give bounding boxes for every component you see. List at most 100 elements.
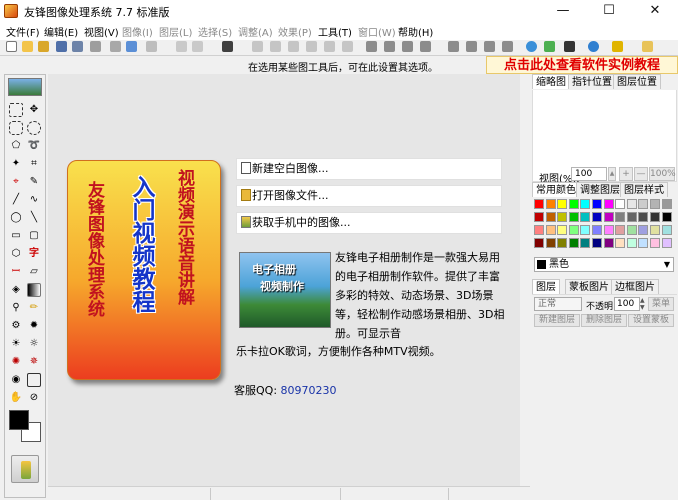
layer-menu-button[interactable]: 菜单: [648, 297, 674, 311]
menu-edit[interactable]: 编辑(E): [44, 24, 78, 39]
palette-swatch[interactable]: [568, 238, 579, 248]
palette-swatch[interactable]: [626, 238, 637, 248]
opacity-spin[interactable]: ▲ ▼: [640, 297, 646, 311]
zoom-out-button[interactable]: —: [634, 167, 648, 181]
flip-icon[interactable]: [306, 41, 317, 52]
help-icon[interactable]: [612, 41, 623, 52]
tab-common-colors[interactable]: 常用颜色: [532, 182, 580, 197]
tab-thumbnail[interactable]: 缩略图: [532, 74, 570, 89]
hand-pan-icon[interactable]: ✋: [9, 391, 23, 405]
move-icon[interactable]: ✥: [27, 103, 41, 117]
redo-icon[interactable]: [342, 41, 353, 52]
tab-layer-position[interactable]: 图层位置: [613, 74, 661, 89]
open-icon[interactable]: [22, 41, 33, 52]
magic-wand-icon[interactable]: ✦: [9, 157, 23, 171]
video-tutorial-card[interactable]: 友锋图像处理系统 入门视频教程 视频演示语音讲解: [67, 160, 221, 380]
palette-swatch[interactable]: [568, 225, 579, 235]
dodge-icon[interactable]: ☀: [9, 337, 23, 351]
palette-swatch[interactable]: [557, 199, 568, 209]
palette-swatch[interactable]: [592, 212, 602, 222]
menu-layer[interactable]: 图层(L): [159, 24, 192, 39]
effect-icon[interactable]: [466, 41, 477, 52]
hand-icon[interactable]: ◉: [9, 373, 23, 387]
grid-icon[interactable]: [544, 41, 555, 52]
menu-image[interactable]: 图像(I): [122, 24, 153, 39]
tab-layer[interactable]: 图层: [532, 279, 560, 294]
layer-merge-icon[interactable]: [402, 41, 413, 52]
round-select-icon[interactable]: [9, 121, 23, 135]
palette-swatch[interactable]: [603, 199, 614, 209]
palette-swatch[interactable]: [534, 225, 544, 235]
delete-layer-button[interactable]: 删除图层: [581, 314, 627, 327]
tab-adjust-layer[interactable]: 调整图层: [576, 182, 624, 197]
text-tool-icon[interactable]: 字: [27, 247, 41, 261]
eyedropper-icon[interactable]: ⚲: [9, 301, 23, 315]
palette-swatch[interactable]: [626, 225, 637, 235]
ellipse-select-icon[interactable]: [27, 121, 41, 135]
opacity-input[interactable]: 100: [614, 297, 640, 311]
palette-swatch[interactable]: [545, 238, 556, 248]
palette-swatch[interactable]: [638, 225, 649, 235]
rotate-icon[interactable]: [288, 41, 299, 52]
save-as-icon[interactable]: [72, 41, 83, 52]
tab-mask-image[interactable]: 蒙板图片: [565, 279, 613, 294]
zoom-input[interactable]: 100: [571, 167, 607, 181]
close-button[interactable]: ✕: [632, 0, 678, 22]
paste-icon[interactable]: [222, 41, 233, 52]
palette-swatch[interactable]: [661, 212, 672, 222]
minimize-button[interactable]: —: [540, 0, 586, 22]
scan-icon[interactable]: [110, 41, 121, 52]
copy-icon[interactable]: [192, 41, 203, 52]
palette-swatch[interactable]: [592, 238, 602, 248]
lasso-icon[interactable]: ➰: [27, 139, 41, 153]
layer-down-icon[interactable]: [384, 41, 395, 52]
palette-swatch[interactable]: [661, 238, 672, 248]
blur-icon[interactable]: ✹: [27, 319, 41, 333]
palette-swatch[interactable]: [603, 225, 614, 235]
zoom-in-button[interactable]: +: [619, 167, 633, 181]
smudge-icon[interactable]: ✵: [27, 355, 41, 369]
palette-swatch[interactable]: [615, 212, 626, 222]
open-folder-icon[interactable]: [38, 41, 49, 52]
crop-tool-icon[interactable]: ⌖: [9, 175, 23, 189]
palette-swatch[interactable]: [557, 225, 568, 235]
palette-swatch[interactable]: [626, 199, 637, 209]
polygon-select-icon[interactable]: ⬠: [9, 139, 23, 153]
maximize-button[interactable]: ☐: [586, 0, 632, 22]
palette-swatch[interactable]: [661, 199, 672, 209]
menu-window[interactable]: 窗口(W): [358, 24, 396, 39]
color-dropdown[interactable]: 黑色 ▼: [534, 257, 674, 272]
palette-swatch[interactable]: [580, 238, 591, 248]
qq-number[interactable]: 80970230: [281, 384, 337, 397]
layer-up-icon[interactable]: [366, 41, 377, 52]
palette-swatch[interactable]: [580, 212, 591, 222]
palette-swatch[interactable]: [568, 199, 579, 209]
tab-layer-style[interactable]: 图层样式: [620, 182, 668, 197]
palette-swatch[interactable]: [545, 225, 556, 235]
rect-select-icon[interactable]: [9, 103, 23, 117]
web-icon[interactable]: [588, 41, 599, 52]
open-image-button[interactable]: 打开图像文件...: [236, 185, 502, 207]
palette-swatch[interactable]: [545, 212, 556, 222]
zoom-spin[interactable]: ▲: [608, 167, 616, 181]
cut-icon[interactable]: [176, 41, 187, 52]
palette-swatch[interactable]: [615, 225, 626, 235]
workspace-scrollbar[interactable]: [520, 74, 530, 486]
new-file-icon[interactable]: [6, 41, 17, 52]
palette-swatch[interactable]: [580, 199, 591, 209]
stamp-icon[interactable]: ⚙: [9, 319, 23, 333]
menu-help[interactable]: 帮助(H): [398, 24, 433, 39]
palette-swatch[interactable]: [603, 212, 614, 222]
rect-icon[interactable]: ▭: [9, 229, 23, 243]
phone-icon[interactable]: [642, 41, 653, 52]
sponge-icon[interactable]: ✺: [9, 355, 23, 369]
foreground-color[interactable]: [9, 410, 29, 430]
palette-swatch[interactable]: [568, 212, 579, 222]
palette-swatch[interactable]: [638, 238, 649, 248]
batch-icon[interactable]: [502, 41, 513, 52]
straight-line-icon[interactable]: ╲: [27, 211, 41, 225]
palette-swatch[interactable]: [545, 199, 556, 209]
line-icon[interactable]: ╱: [9, 193, 23, 207]
magnifier-icon[interactable]: ⊘: [27, 391, 41, 405]
bucket-icon[interactable]: ◈: [9, 283, 23, 297]
